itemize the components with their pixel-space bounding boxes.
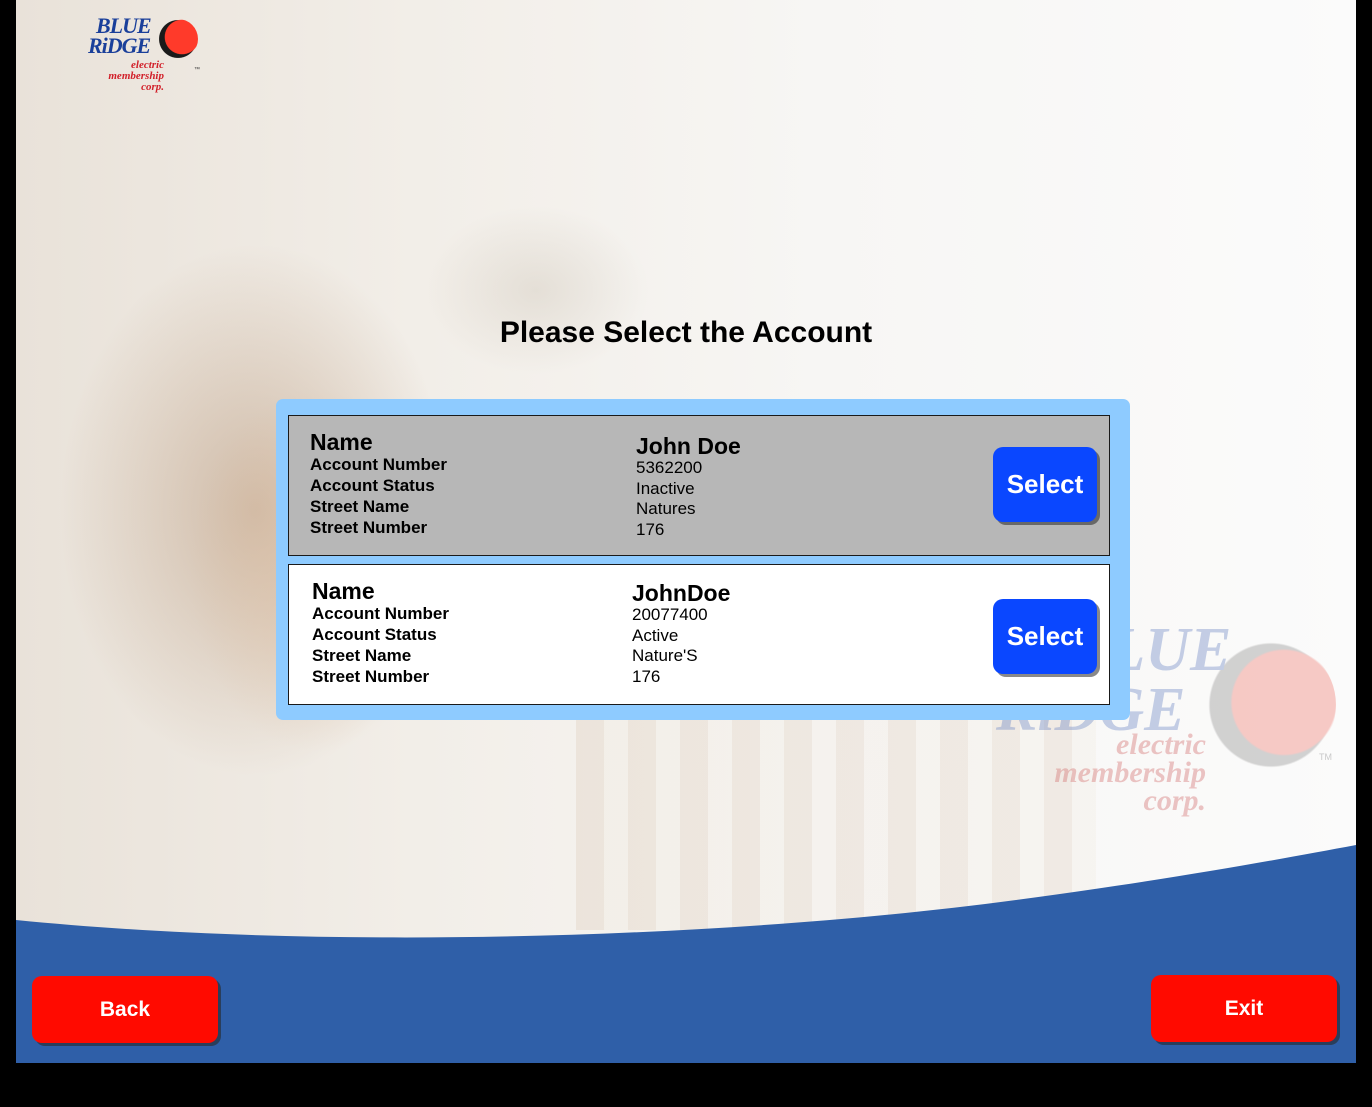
account-number-label: Account Number	[312, 604, 449, 623]
select-account-button[interactable]: Select	[993, 447, 1097, 522]
back-button[interactable]: Back	[32, 976, 218, 1043]
account-number-value: 5362200	[636, 458, 703, 477]
account-labels: Name Account Number Account Status Stree…	[310, 430, 447, 538]
name-label: Name	[310, 429, 373, 455]
street-number-value: 176	[636, 519, 665, 539]
account-status-label: Account Status	[312, 625, 437, 644]
street-name-value: Nature'S	[632, 646, 698, 665]
account-status-value: Active	[632, 625, 679, 645]
account-values: JohnDoe 20077400 Active Nature'S 176	[632, 581, 730, 687]
account-status-label: Account Status	[310, 476, 435, 495]
page-title: Please Select the Account	[499, 316, 873, 349]
logo-tm: ™	[194, 67, 200, 73]
street-number-label: Street Number	[312, 667, 430, 686]
street-name-label: Street Name	[312, 646, 412, 665]
account-number-value: 20077400	[632, 605, 708, 624]
logo-circle-icon	[158, 19, 198, 59]
street-number-value: 176	[632, 666, 661, 686]
blue-ridge-logo: BLUE RiDGE electric membership corp. ™	[44, 14, 234, 109]
watermark-logo-line5: corp.	[1143, 784, 1207, 817]
account-values: John Doe 5362200 Inactive Natures 176	[636, 434, 741, 540]
name-value: JohnDoe	[632, 580, 731, 606]
name-label: Name	[312, 578, 375, 604]
logo-line5: corp.	[141, 81, 164, 93]
select-account-button[interactable]: Select	[993, 599, 1097, 674]
street-name-value: Natures	[636, 499, 696, 518]
account-number-label: Account Number	[310, 455, 447, 474]
street-name-label: Street Name	[310, 497, 410, 516]
logo-line2: RiDGE	[88, 33, 151, 58]
account-labels: Name Account Number Account Status Stree…	[312, 579, 449, 687]
exit-button[interactable]: Exit	[1151, 975, 1337, 1042]
street-number-label: Street Number	[310, 518, 428, 537]
account-card: Name Account Number Account Status Stree…	[288, 564, 1110, 705]
name-value: John Doe	[636, 433, 741, 459]
watermark-tm: TM	[1319, 752, 1332, 762]
account-list-panel: Name Account Number Account Status Stree…	[276, 399, 1130, 720]
account-card: Name Account Number Account Status Stree…	[288, 415, 1110, 556]
account-status-value: Inactive	[636, 478, 695, 498]
